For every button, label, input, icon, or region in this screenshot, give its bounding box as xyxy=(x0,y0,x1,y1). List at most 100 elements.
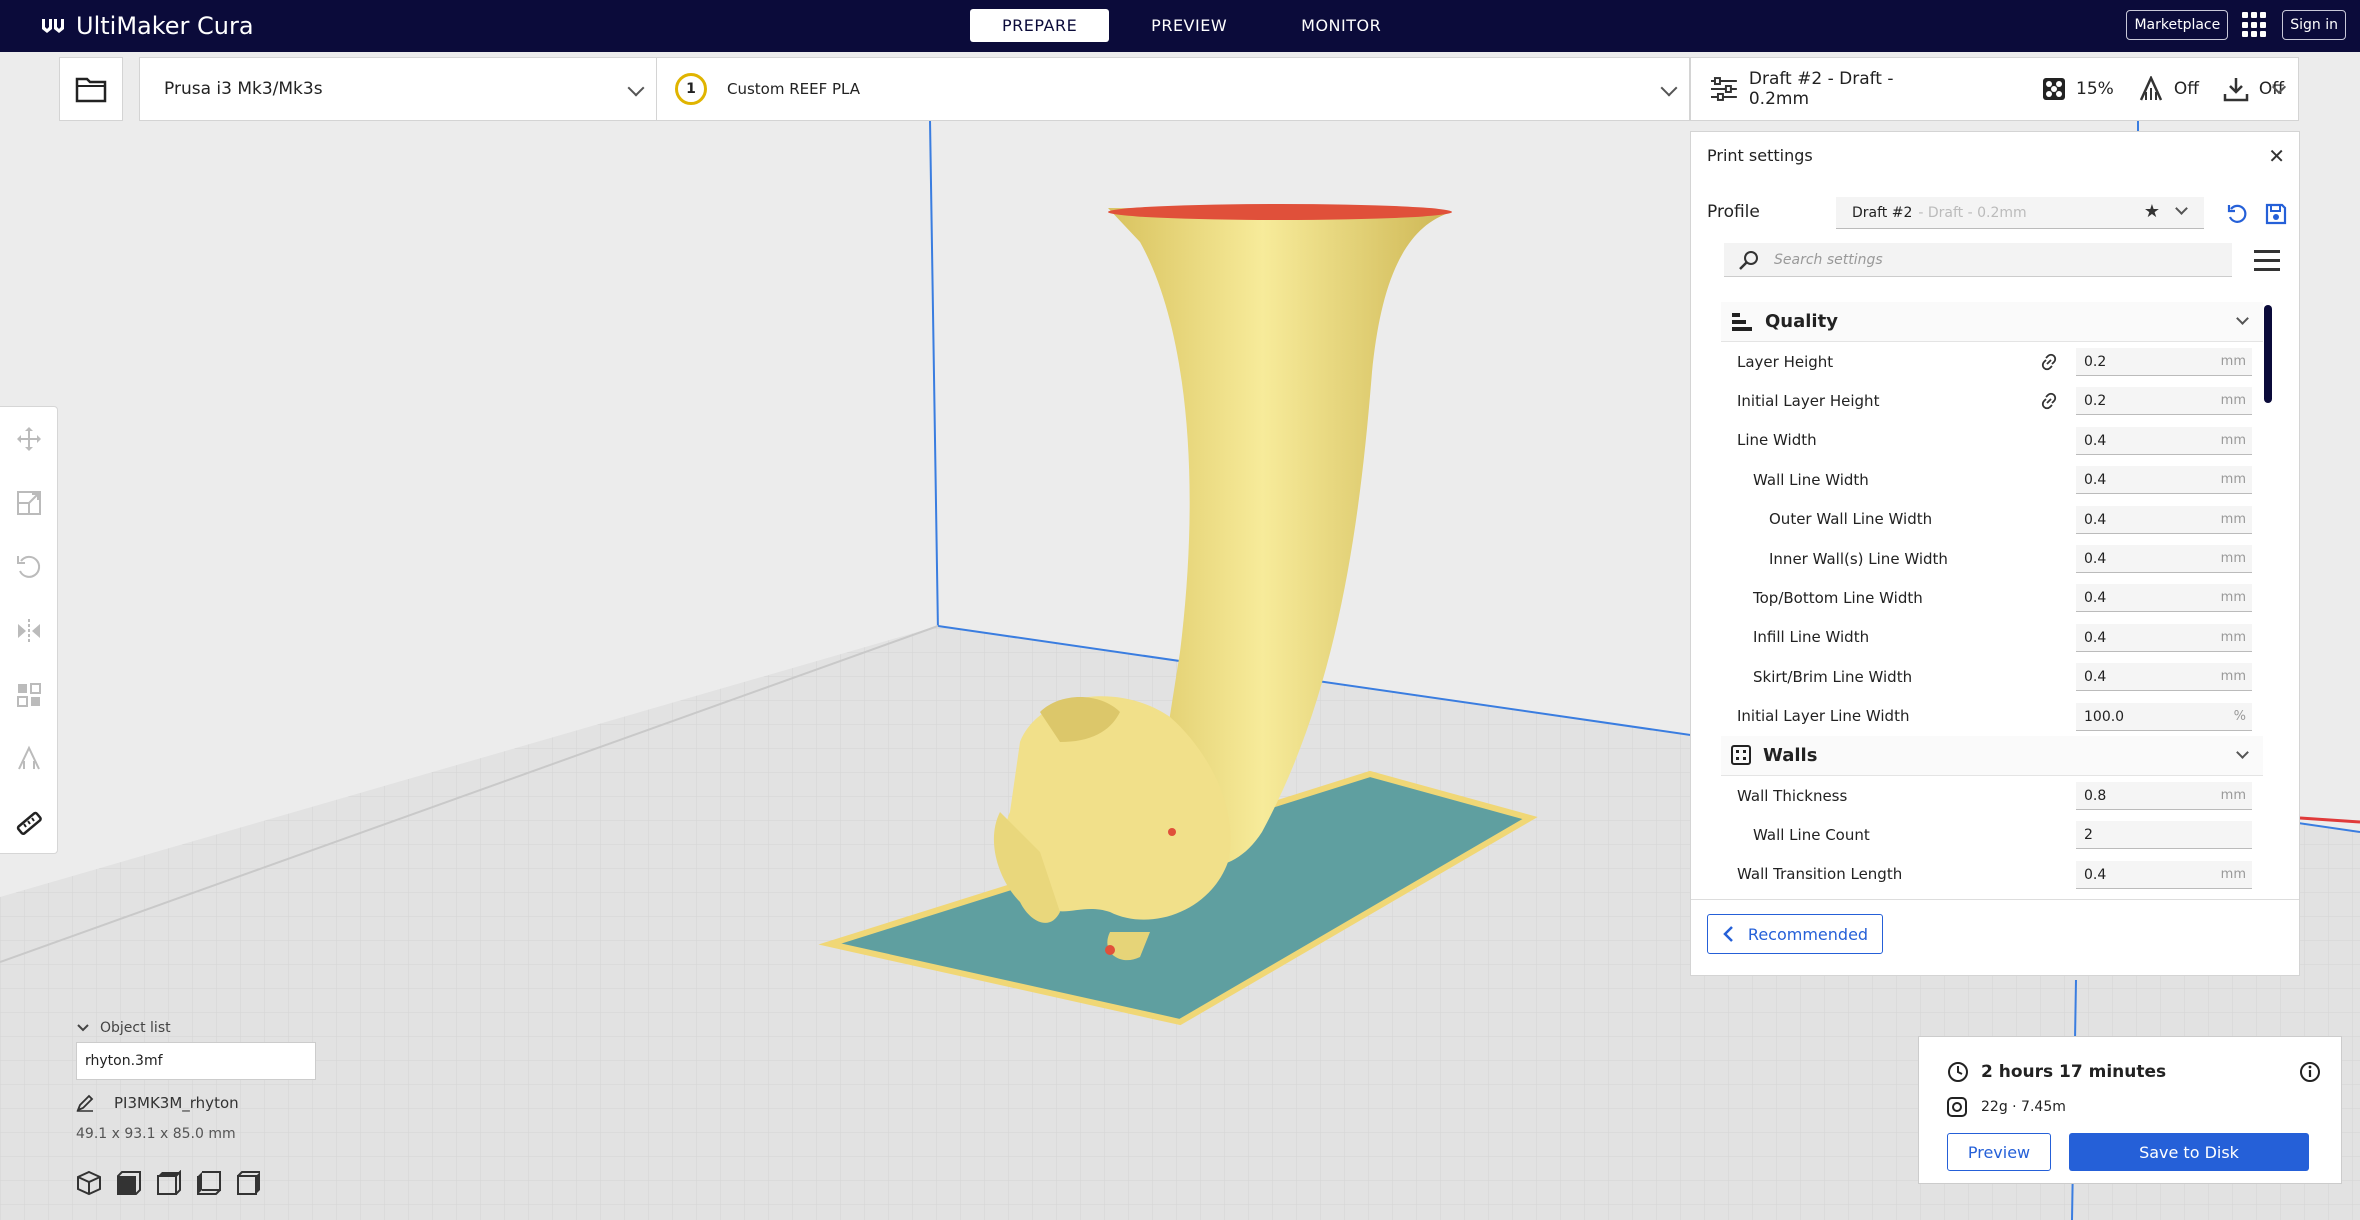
print-settings-toggle[interactable]: Draft #2 - Draft - 0.2mm 15% Off Off xyxy=(1690,57,2299,121)
setting-value-input[interactable]: 0.8 mm xyxy=(2076,781,2252,810)
recommended-label: Recommended xyxy=(1747,924,1869,944)
tab-preview[interactable]: PREVIEW xyxy=(1119,9,1259,42)
clock-icon xyxy=(1948,1062,1968,1082)
machine-selector[interactable]: Prusa i3 Mk3/Mk3s xyxy=(139,57,657,121)
close-icon[interactable]: ✕ xyxy=(2268,144,2285,168)
search-input[interactable]: Search settings xyxy=(1774,252,1883,268)
setting-row: Initial Layer Height 0.2 mm xyxy=(1721,381,2263,420)
support-blocker-tool[interactable] xyxy=(0,727,58,791)
object-dimensions: 49.1 x 93.1 x 85.0 mm xyxy=(76,1126,236,1142)
top-right-actions: Marketplace Sign in xyxy=(2126,10,2346,40)
top-bar: UltiMaker Cura PREPARE PREVIEW MONITOR M… xyxy=(0,0,2360,52)
sign-in-button[interactable]: Sign in xyxy=(2282,10,2346,40)
profile-dropdown[interactable]: Draft #2 - Draft - 0.2mm ★ xyxy=(1836,197,2204,229)
category-label: Walls xyxy=(1763,744,1818,766)
view-3d-icon[interactable] xyxy=(76,1170,102,1196)
setting-value-input[interactable]: 0.4 mm xyxy=(2076,860,2252,889)
setting-unit: mm xyxy=(2220,590,2246,606)
tab-monitor[interactable]: MONITOR xyxy=(1269,9,1413,42)
star-icon[interactable]: ★ xyxy=(2144,201,2160,222)
setting-value-input[interactable]: 2 xyxy=(2076,821,2252,850)
object-name: PI3MK3M_rhyton xyxy=(114,1094,239,1112)
pencil-icon xyxy=(76,1094,94,1112)
marketplace-button[interactable]: Marketplace xyxy=(2126,10,2229,40)
object-list-toggle[interactable]: Object list xyxy=(76,1020,376,1036)
setting-value-input[interactable]: 0.4 mm xyxy=(2076,544,2252,573)
preview-button[interactable]: Preview xyxy=(1947,1133,2051,1171)
rotate-icon xyxy=(17,555,41,578)
category-quality[interactable]: Quality xyxy=(1721,302,2263,342)
object-list-header: Object list xyxy=(100,1020,171,1036)
setting-value-input[interactable]: 0.4 mm xyxy=(2076,623,2252,652)
per-model-settings-tool[interactable] xyxy=(0,663,58,727)
setting-value-input[interactable]: 0.2 mm xyxy=(2076,387,2252,416)
material-name: Custom REEF PLA xyxy=(727,80,861,98)
setting-value-input[interactable]: 0.2 mm xyxy=(2076,348,2252,376)
setting-name: Initial Layer Line Width xyxy=(1737,707,1910,726)
setting-name: Skirt/Brim Line Width xyxy=(1753,667,1913,686)
tab-prepare[interactable]: PREPARE xyxy=(970,9,1110,42)
category-walls[interactable]: Walls xyxy=(1721,735,2263,776)
sliders-icon xyxy=(1710,77,1737,101)
view-right-icon[interactable] xyxy=(236,1170,262,1196)
object-file-item[interactable]: rhyton.3mf xyxy=(76,1042,316,1080)
per-model-settings-icon xyxy=(17,683,41,707)
move-tool[interactable] xyxy=(0,407,58,471)
setting-name: Line Width xyxy=(1737,431,1817,450)
setting-name: Outer Wall Line Width xyxy=(1769,510,1933,529)
setting-value: 0.4 xyxy=(2084,669,2107,686)
setting-value-input[interactable]: 0.4 mm xyxy=(2076,584,2252,613)
setting-value-input[interactable]: 0.4 mm xyxy=(2076,426,2252,455)
save-profile-icon[interactable] xyxy=(2265,203,2287,229)
object-name-row[interactable]: PI3MK3M_rhyton xyxy=(76,1094,376,1112)
print-settings-panel: Print settings ✕ Profile Draft #2 - Draf… xyxy=(1690,131,2300,976)
setting-value-input[interactable]: 0.4 mm xyxy=(2076,466,2252,495)
rotate-tool[interactable] xyxy=(0,535,58,599)
setting-name: Infill Line Width xyxy=(1753,628,1870,647)
setting-row: Top/Bottom Line Width 0.4 mm xyxy=(1721,578,2263,617)
chevron-left-icon xyxy=(1723,926,1733,942)
setting-value: 100.0 xyxy=(2084,708,2125,725)
mirror-tool[interactable] xyxy=(0,599,58,663)
setting-value: 0.4 xyxy=(2084,511,2107,528)
reset-profile-icon[interactable] xyxy=(2226,203,2248,229)
setting-name: Wall Line Count xyxy=(1753,825,1870,844)
recommended-button[interactable]: Recommended xyxy=(1707,914,1883,954)
setting-name: Initial Layer Height xyxy=(1737,392,1880,411)
profile-label: Profile xyxy=(1707,202,1760,222)
settings-scrollbar[interactable] xyxy=(2264,305,2272,403)
setting-value-input[interactable]: 100.0% xyxy=(2076,702,2252,731)
print-summary-panel: 2 hours 17 minutes 22g · 7.45m Preview S… xyxy=(1918,1036,2342,1184)
view-front-icon[interactable] xyxy=(116,1170,142,1196)
open-file-button[interactable] xyxy=(59,57,123,121)
link-icon[interactable] xyxy=(2039,353,2059,375)
setting-value: 0.4 xyxy=(2084,590,2107,607)
measure-tool[interactable] xyxy=(0,791,58,855)
scale-tool[interactable] xyxy=(0,471,58,535)
settings-search[interactable]: Search settings xyxy=(1724,243,2232,277)
setting-row: Inner Wall(s) Line Width 0.4 mm xyxy=(1721,539,2263,578)
material-selector[interactable]: 1 Custom REEF PLA xyxy=(656,57,1690,121)
extruder-badge: 1 xyxy=(675,73,707,105)
chevron-down-icon xyxy=(2236,746,2249,759)
settings-visibility-menu-icon[interactable] xyxy=(2254,250,2280,271)
setting-row: Initial Layer Line Width 100.0% xyxy=(1721,697,2263,736)
info-icon[interactable] xyxy=(2299,1061,2321,1087)
settings-list: Quality Layer Height 0.2 mm Initial Layer H… xyxy=(1721,302,2263,902)
setting-value: 0.2 xyxy=(2084,393,2107,410)
setting-unit: mm xyxy=(2220,787,2246,803)
setting-value-input[interactable]: 0.4 mm xyxy=(2076,505,2252,534)
setting-value: 0.4 xyxy=(2084,432,2107,449)
view-top-icon[interactable] xyxy=(156,1170,182,1196)
infill-icon xyxy=(2043,78,2066,100)
setting-value-input[interactable]: 0.4 mm xyxy=(2076,663,2252,692)
setting-row: Infill Line Width 0.4 mm xyxy=(1721,618,2263,657)
ruler-icon xyxy=(16,811,42,835)
apps-grid-icon[interactable] xyxy=(2242,12,2268,38)
setting-name: Wall Line Width xyxy=(1753,470,1869,489)
view-left-icon[interactable] xyxy=(196,1170,222,1196)
save-to-disk-button[interactable]: Save to Disk xyxy=(2069,1133,2309,1171)
build-volume-edge xyxy=(929,119,939,633)
link-icon[interactable] xyxy=(2039,392,2059,414)
profile-name: Draft #2 xyxy=(1852,204,1913,221)
